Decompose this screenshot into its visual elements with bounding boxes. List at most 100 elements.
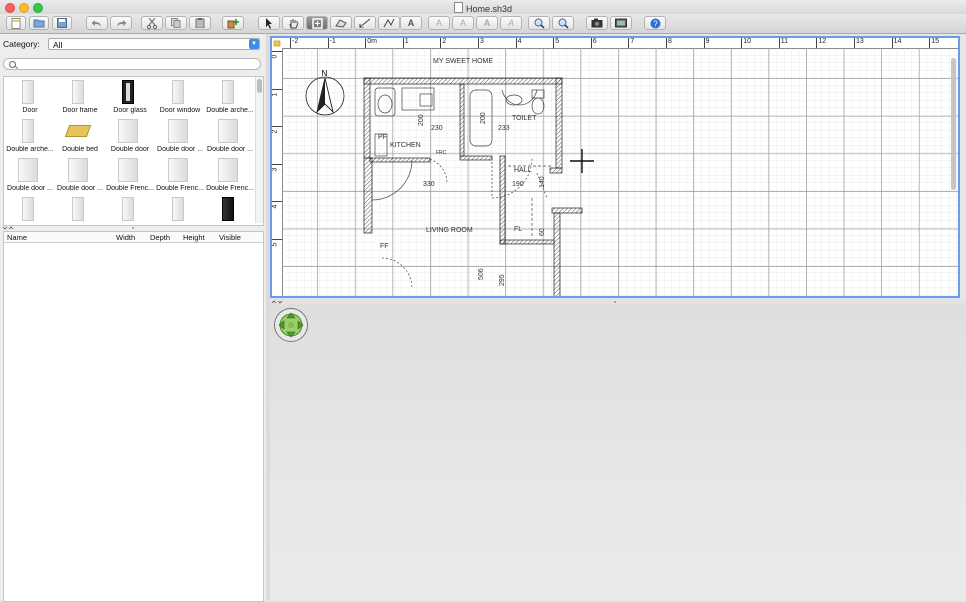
copy-icon[interactable] bbox=[165, 16, 187, 30]
dim-233[interactable]: 233 bbox=[498, 125, 510, 132]
catalog-item[interactable]: Double Frenc... bbox=[204, 156, 254, 194]
text-style-3-icon[interactable]: A bbox=[476, 16, 498, 30]
ruler-top-label: 6 bbox=[592, 38, 597, 45]
catalog-item[interactable]: Double door ... bbox=[54, 156, 104, 194]
plan-title-label[interactable]: MY SWEET HOME bbox=[433, 58, 493, 65]
dim-506[interactable]: 506 bbox=[478, 268, 485, 280]
create-dimensions-icon[interactable] bbox=[354, 16, 376, 30]
kitchen-label[interactable]: KITCHEN bbox=[390, 142, 421, 149]
ruler-top-label: 9 bbox=[705, 38, 710, 45]
catalog-search-input[interactable] bbox=[3, 58, 261, 70]
catalog-item-label: Double arche... bbox=[6, 146, 54, 153]
cut-icon[interactable] bbox=[141, 16, 163, 30]
column-visible[interactable]: Visible bbox=[219, 233, 241, 242]
catalog-item-thumbnail bbox=[68, 158, 88, 182]
redo-icon[interactable] bbox=[110, 16, 132, 30]
catalog-item-thumbnail bbox=[222, 80, 234, 104]
catalog-item-thumbnail bbox=[122, 197, 134, 221]
catalog-scrollbar-thumb[interactable] bbox=[257, 79, 262, 93]
create-walls-icon[interactable] bbox=[306, 16, 328, 30]
frc-label[interactable]: FRC bbox=[436, 150, 447, 156]
living-room-label[interactable]: LIVING ROOM bbox=[426, 227, 473, 234]
catalog-item[interactable]: Double Frenc... bbox=[154, 156, 204, 194]
catalog-item-label: Door window bbox=[159, 107, 201, 114]
dim-230[interactable]: 230 bbox=[431, 125, 443, 132]
column-height[interactable]: Height bbox=[183, 233, 205, 242]
create-rooms-icon[interactable] bbox=[330, 16, 352, 30]
dim-295[interactable]: 295 bbox=[499, 274, 506, 286]
ruler-top-label: 5 bbox=[555, 38, 560, 45]
catalog-item[interactable]: Door window bbox=[154, 78, 204, 116]
furniture-table[interactable]: Name Width Depth Height Visible bbox=[3, 231, 264, 602]
navigation-arrows-icon[interactable] bbox=[274, 308, 308, 342]
toilet-label[interactable]: TOILET bbox=[512, 115, 537, 122]
ruler-left-label: 4 bbox=[271, 204, 279, 209]
select-icon[interactable] bbox=[258, 16, 280, 30]
catalog-item-thumbnail bbox=[72, 197, 84, 221]
catalog-item[interactable]: Double Frenc... bbox=[104, 156, 154, 194]
catalog-item[interactable]: Door bbox=[4, 78, 54, 116]
add-furniture-icon[interactable] bbox=[222, 16, 244, 30]
3d-view[interactable] bbox=[270, 304, 966, 600]
plan-view[interactable]: -2 -1 0m 1 2 3 4 5 6 7 8 9 10 11 12 13 14 15 012345 N bbox=[270, 36, 960, 298]
text-style-2-icon[interactable]: A bbox=[452, 16, 474, 30]
dim-140[interactable]: 140 bbox=[539, 176, 546, 188]
ruler-tick bbox=[272, 201, 282, 203]
catalog-item[interactable] bbox=[104, 195, 154, 225]
fl-label[interactable]: FL bbox=[514, 226, 522, 233]
catalog-item[interactable]: Double arche... bbox=[204, 78, 254, 116]
dim-200-right[interactable]: 200 bbox=[480, 112, 487, 124]
create-polylines-icon[interactable] bbox=[378, 16, 400, 30]
column-width[interactable]: Width bbox=[116, 233, 135, 242]
catalog-splitter[interactable] bbox=[0, 224, 266, 230]
hall-label[interactable]: HALL bbox=[514, 167, 532, 174]
open-icon[interactable] bbox=[29, 16, 49, 30]
pf-label[interactable]: PF bbox=[378, 134, 387, 141]
dim-190[interactable]: 190 bbox=[512, 181, 524, 188]
catalog-item[interactable]: Double door ... bbox=[204, 117, 254, 155]
text-style-1-icon[interactable]: A bbox=[428, 16, 450, 30]
catalog-item[interactable]: Door frame bbox=[54, 78, 104, 116]
photo-icon[interactable] bbox=[586, 16, 608, 30]
catalog-item[interactable]: Double door ... bbox=[4, 156, 54, 194]
plan-canvas[interactable]: N MY SWEET HOME TOILET KITCHEN HALL LIVI… bbox=[282, 48, 960, 298]
catalog-item[interactable]: Double bed bbox=[54, 117, 104, 155]
dim-330[interactable]: 330 bbox=[423, 181, 435, 188]
catalog-item[interactable] bbox=[204, 195, 254, 225]
add-text-icon[interactable]: A bbox=[400, 16, 422, 30]
catalog-item-label: Double Frenc... bbox=[156, 185, 204, 192]
catalog-item-thumbnail bbox=[22, 197, 34, 221]
catalog-scrollbar[interactable] bbox=[255, 77, 263, 223]
pan-icon[interactable] bbox=[282, 16, 304, 30]
dim-60[interactable]: 60 bbox=[539, 228, 546, 236]
ruler-left-label: 5 bbox=[271, 242, 279, 247]
catalog-item[interactable]: Double door ... bbox=[154, 117, 204, 155]
window-title: Home.sh3d bbox=[465, 4, 513, 14]
column-name[interactable]: Name bbox=[7, 233, 27, 242]
paste-icon[interactable] bbox=[189, 16, 211, 30]
catalog-item[interactable] bbox=[154, 195, 204, 225]
catalog-item-thumbnail bbox=[168, 158, 188, 182]
ruler-tick bbox=[854, 38, 855, 48]
text-style-4-icon[interactable]: A bbox=[500, 16, 522, 30]
undo-icon[interactable] bbox=[86, 16, 108, 30]
save-icon[interactable] bbox=[52, 16, 72, 30]
catalog-item[interactable]: Door glass bbox=[104, 78, 154, 116]
catalog-item-thumbnail bbox=[222, 197, 234, 221]
catalog-item[interactable]: Double door bbox=[104, 117, 154, 155]
category-select[interactable]: All ▼ bbox=[48, 38, 260, 50]
catalog-item[interactable] bbox=[54, 195, 104, 225]
ff-label[interactable]: FF bbox=[380, 243, 389, 250]
ruler-tick bbox=[272, 51, 282, 52]
video-icon[interactable] bbox=[610, 16, 632, 30]
ruler-top-label: 10 bbox=[743, 38, 751, 45]
column-depth[interactable]: Depth bbox=[150, 233, 170, 242]
dim-200-left[interactable]: 200 bbox=[418, 114, 425, 126]
help-icon[interactable]: ? bbox=[644, 16, 666, 30]
new-icon[interactable] bbox=[6, 16, 26, 30]
plan-vertical-scrollbar[interactable] bbox=[951, 58, 956, 190]
zoom-in-icon[interactable] bbox=[528, 16, 550, 30]
catalog-item[interactable] bbox=[4, 195, 54, 225]
zoom-out-icon[interactable] bbox=[552, 16, 574, 30]
catalog-item[interactable]: Double arche... bbox=[4, 117, 54, 155]
